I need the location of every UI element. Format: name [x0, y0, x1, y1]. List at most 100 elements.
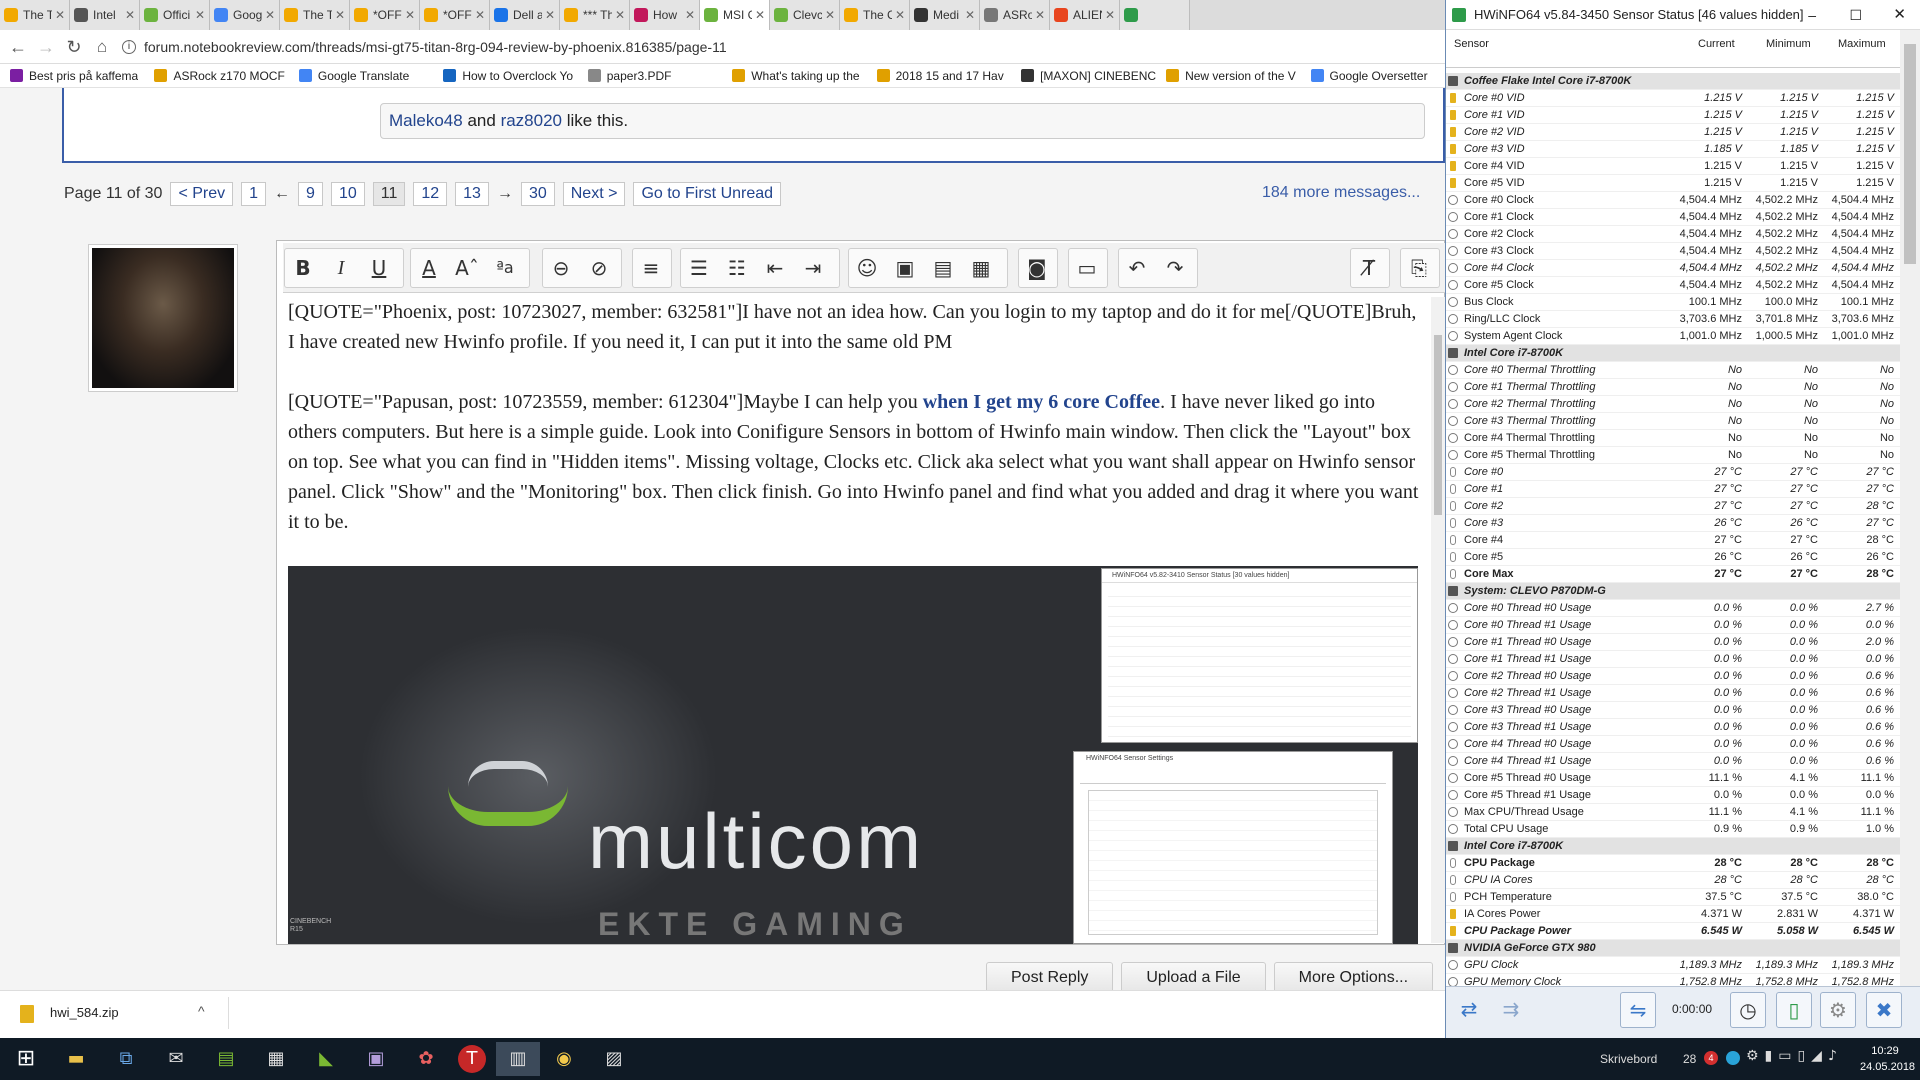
bookmark-item[interactable]: Google Oversetter	[1310, 69, 1445, 83]
network-app-icon[interactable]: ⧉	[108, 1042, 144, 1076]
tab-close-icon[interactable]: ✕	[755, 8, 765, 22]
quote-icon[interactable]: ▦	[966, 252, 996, 284]
text-color-icon[interactable]: A	[414, 252, 444, 284]
home-icon[interactable]: ⌂	[90, 35, 114, 59]
more-messages-link[interactable]: 184 more messages...	[1262, 184, 1420, 202]
page-link[interactable]: 10	[330, 182, 365, 206]
clock[interactable]: 10:29 24.05.2018	[1860, 1043, 1915, 1075]
sensor-row[interactable]: Core #4 Clock 4,504.4 MHz 4,502.2 MHz 4,504…	[1446, 260, 1900, 277]
sensor-row[interactable]: Core #5 Thread #1 Usage 0.0 % 0.0 % 0.0 %	[1446, 787, 1900, 804]
sensor-row[interactable]: Core Max 27 °C 27 °C 28 °C	[1446, 566, 1900, 583]
sensor-row[interactable]: Core #0 VID 1.215 V 1.215 V 1.215 V	[1446, 90, 1900, 107]
save-draft-icon[interactable]: ▭	[1072, 252, 1102, 284]
report-icon[interactable]: ⇋	[1620, 992, 1656, 1028]
indent-icon[interactable]: ⇥	[798, 252, 828, 284]
sensor-row[interactable]: Core #0 Thread #0 Usage 0.0 % 0.0 % 2.7 %	[1446, 600, 1900, 617]
sensor-row[interactable]: IA Cores Power 4.371 W 2.831 W 4.371 W	[1446, 906, 1900, 923]
sensor-row[interactable]: Core #0 Thermal Throttling No No No	[1446, 362, 1900, 379]
browser-tab[interactable]: ALIEN✕	[1050, 0, 1120, 30]
sensor-row[interactable]: CPU Package 28 °C 28 °C 28 °C	[1446, 855, 1900, 872]
inline-link[interactable]: when I get my 6 core Coffee	[923, 391, 1160, 413]
maximize-icon[interactable]: ☐	[1849, 0, 1862, 30]
sensor-row[interactable]: Core #4 Thermal Throttling No No No	[1446, 430, 1900, 447]
hwinfo-taskbar-icon[interactable]: ▥	[496, 1042, 540, 1076]
outdent-icon[interactable]: ⇤	[760, 252, 790, 284]
sensor-row[interactable]: Core #0 Clock 4,504.4 MHz 4,502.2 MHz 4,504…	[1446, 192, 1900, 209]
desktop-toolbar-label[interactable]: Skrivebord	[1600, 1052, 1657, 1066]
page-link[interactable]: 30	[520, 182, 555, 206]
tab-close-icon[interactable]: ✕	[55, 8, 65, 22]
tab-close-icon[interactable]: ✕	[195, 8, 205, 22]
underline-icon[interactable]: U	[364, 252, 394, 284]
sensor-row[interactable]: Core #4 VID 1.215 V 1.215 V 1.215 V	[1446, 158, 1900, 175]
sensor-row[interactable]: Core #2 Thread #0 Usage 0.0 % 0.0 % 0.6 %	[1446, 668, 1900, 685]
font-family-icon[interactable]: ªa	[490, 252, 520, 284]
sensor-row[interactable]: CPU Package Power 6.545 W 5.058 W 6.545 W	[1446, 923, 1900, 940]
address-bar[interactable]: i forum.notebookreview.com/threads/msi-g…	[122, 35, 1432, 59]
sensor-row[interactable]: Max CPU/Thread Usage 11.1 % 4.1 % 11.1 %	[1446, 804, 1900, 821]
forward-icon[interactable]: →	[34, 35, 58, 59]
page-link[interactable]: 1	[241, 182, 267, 206]
browser-tab[interactable]: *** Th ✕	[560, 0, 630, 30]
tab-close-icon[interactable]: ✕	[615, 8, 625, 22]
next-page-link[interactable]: Next >	[562, 182, 626, 206]
bullet-list-icon[interactable]: ☰	[684, 252, 714, 284]
sensor-row[interactable]: Core #3 Thread #0 Usage 0.0 % 0.0 % 0.6 %	[1446, 702, 1900, 719]
browser-tab[interactable]: Clevc ✕	[770, 0, 840, 30]
bookmark-item[interactable]: New version of the V	[1166, 69, 1300, 83]
tab-close-icon[interactable]: ✕	[475, 8, 485, 22]
font-size-icon[interactable]: Aˆ	[452, 252, 482, 284]
like-user-link[interactable]: raz8020	[501, 111, 562, 130]
page-link[interactable]: 13	[455, 182, 489, 206]
brain-app-icon[interactable]: ✿	[408, 1042, 444, 1076]
sensor-row[interactable]: Core #1 Thread #0 Usage 0.0 % 0.0 % 2.0 %	[1446, 634, 1900, 651]
link-icon[interactable]: ⊖	[546, 252, 576, 284]
tray-system-icons[interactable]: ⚙▮▭▯◢♪	[1746, 1048, 1843, 1064]
sensor-group-header[interactable]: Intel Core i7-8700K	[1446, 345, 1900, 362]
close-sensors-icon[interactable]: ✖	[1866, 992, 1902, 1028]
tab-close-icon[interactable]: ✕	[125, 8, 135, 22]
sensor-row[interactable]: Core #2 27 °C 27 °C 28 °C	[1446, 498, 1900, 515]
chrome-icon[interactable]: ◉	[546, 1042, 582, 1076]
tab-close-icon[interactable]: ✕	[895, 8, 905, 22]
tab-close-icon[interactable]: ✕	[1035, 8, 1045, 22]
photos-icon[interactable]: ▤	[208, 1042, 244, 1076]
tab-close-icon[interactable]: ✕	[965, 8, 975, 22]
hwinfo-scrollbar[interactable]	[1900, 30, 1920, 986]
switch-layout-icon[interactable]: ⇄	[1451, 992, 1487, 1028]
unlink-icon[interactable]: ⊘	[584, 252, 614, 284]
sensor-row[interactable]: Bus Clock 100.1 MHz 100.0 MHz 100.1 MHz	[1446, 294, 1900, 311]
browser-tab[interactable]: The T ✕	[0, 0, 70, 30]
page-link[interactable]: 12	[413, 182, 448, 206]
tab-close-icon[interactable]: ✕	[405, 8, 415, 22]
minimize-icon[interactable]: –	[1808, 0, 1816, 30]
sensor-row[interactable]: Core #3 Thread #1 Usage 0.0 % 0.0 % 0.6 %	[1446, 719, 1900, 736]
browser-tab[interactable]: Medi ✕	[910, 0, 980, 30]
bookmark-item[interactable]: What's taking up the	[732, 69, 866, 83]
browser-tab[interactable]: *OFFI ✕	[350, 0, 420, 30]
tab-close-icon[interactable]: ✕	[545, 8, 555, 22]
file-explorer-icon[interactable]: ▬	[58, 1042, 94, 1076]
sensor-row[interactable]: Core #3 Thermal Throttling No No No	[1446, 413, 1900, 430]
mail-icon[interactable]: ✉	[158, 1042, 194, 1076]
browser-tab[interactable]: The T ✕	[280, 0, 350, 30]
tab-close-icon[interactable]: ✕	[685, 8, 695, 22]
back-icon[interactable]: ←	[6, 35, 30, 59]
page-link[interactable]: 9	[298, 182, 323, 206]
tray-alert-icon[interactable]: 4	[1704, 1051, 1718, 1065]
sensor-row[interactable]: GPU Memory Clock 1,752.8 MHz 1,752.8 MHz 1,…	[1446, 974, 1900, 986]
bookmark-item[interactable]: ASRock z170 MOCF	[154, 69, 288, 83]
sensor-row[interactable]: Core #4 27 °C 27 °C 28 °C	[1446, 532, 1900, 549]
tab-close-icon[interactable]: ✕	[1105, 8, 1115, 22]
bookmark-item[interactable]: paper3.PDF	[587, 69, 722, 83]
smilie-icon[interactable]: ☺	[852, 252, 882, 284]
sensor-row[interactable]: Core #3 Clock 4,504.4 MHz 4,502.2 MHz 4,504…	[1446, 243, 1900, 260]
bookmark-item[interactable]: Best pris på kaffema	[10, 69, 144, 83]
column-current[interactable]: Current	[1698, 38, 1735, 50]
calculator-icon[interactable]: ▦	[258, 1042, 294, 1076]
close-icon[interactable]: ✕	[1893, 0, 1906, 30]
bookmark-item[interactable]: Google Translate	[298, 69, 433, 83]
sensor-row[interactable]: Core #1 VID 1.215 V 1.215 V 1.215 V	[1446, 107, 1900, 124]
page-skip-arrow[interactable]: →	[497, 185, 513, 203]
column-maximum[interactable]: Maximum	[1838, 38, 1886, 50]
